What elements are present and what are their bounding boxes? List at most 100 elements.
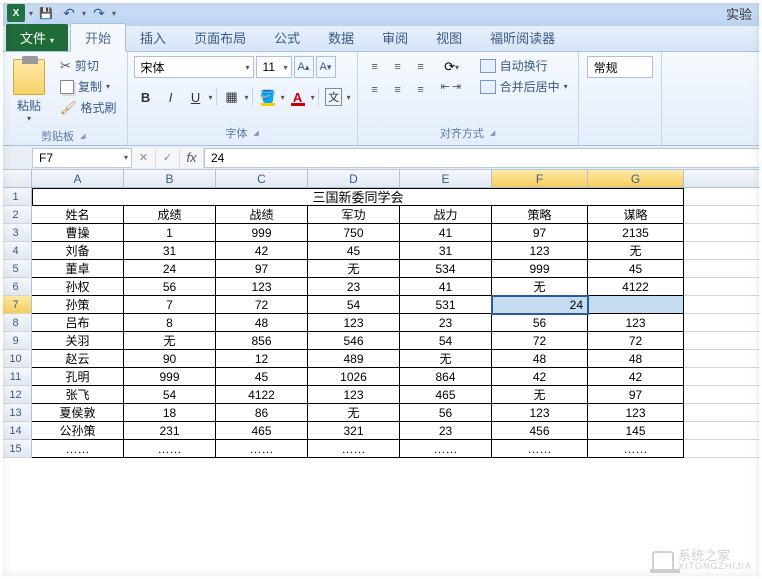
align-top-button[interactable]: ≡ <box>364 56 386 78</box>
cell-header[interactable]: 战绩 <box>216 206 308 224</box>
cell[interactable]: 41 <box>400 278 492 296</box>
cell[interactable]: 54 <box>308 296 400 314</box>
cell-header[interactable]: 战力 <box>400 206 492 224</box>
cell[interactable]: …… <box>32 440 124 458</box>
row-header-11[interactable]: 11 <box>0 368 32 385</box>
cell[interactable]: 31 <box>124 242 216 260</box>
cell[interactable]: 42 <box>492 368 588 386</box>
increase-font-button[interactable]: A▴ <box>294 56 314 78</box>
cell[interactable]: 97 <box>588 386 684 404</box>
col-header-F[interactable]: F <box>492 170 588 187</box>
row-header-6[interactable]: 6 <box>0 278 32 295</box>
cell[interactable]: …… <box>216 440 308 458</box>
cell[interactable]: …… <box>308 440 400 458</box>
cell[interactable]: 张飞 <box>32 386 124 404</box>
formula-input[interactable]: 24 <box>204 148 762 168</box>
cell[interactable]: 231 <box>124 422 216 440</box>
cell[interactable]: 无 <box>308 404 400 422</box>
borders-button[interactable]: ▦ <box>220 86 244 108</box>
paste-dropdown-icon[interactable]: ▾ <box>27 114 31 123</box>
col-header-B[interactable]: B <box>124 170 216 187</box>
cell[interactable]: 97 <box>216 260 308 278</box>
col-header-A[interactable]: A <box>32 170 124 187</box>
phonetic-button[interactable]: 文 <box>322 86 346 108</box>
cell[interactable]: 4122 <box>216 386 308 404</box>
cell[interactable]: 123 <box>492 242 588 260</box>
italic-button[interactable]: I <box>159 86 183 108</box>
cell[interactable]: 456 <box>492 422 588 440</box>
cell-header[interactable]: 策略 <box>492 206 588 224</box>
cell[interactable]: 吕布 <box>32 314 124 332</box>
cell[interactable]: 夏侯敦 <box>32 404 124 422</box>
cell[interactable]: 31 <box>400 242 492 260</box>
cell[interactable]: 无 <box>492 386 588 404</box>
cell[interactable]: 42 <box>216 242 308 260</box>
row-header-10[interactable]: 10 <box>0 350 32 367</box>
cell[interactable]: 123 <box>308 314 400 332</box>
cut-button[interactable]: ✂剪切 <box>56 56 121 75</box>
col-header-D[interactable]: D <box>308 170 400 187</box>
cell[interactable]: 23 <box>400 314 492 332</box>
cell-header[interactable]: 谋略 <box>588 206 684 224</box>
enter-formula-button[interactable]: ✓ <box>156 148 180 168</box>
cell[interactable] <box>588 296 684 314</box>
cell[interactable]: 孔明 <box>32 368 124 386</box>
cell[interactable]: 23 <box>308 278 400 296</box>
decrease-font-button[interactable]: A▾ <box>316 56 336 78</box>
cell[interactable]: 18 <box>124 404 216 422</box>
cell[interactable]: 145 <box>588 422 684 440</box>
align-bottom-button[interactable]: ≡ <box>410 56 432 78</box>
cell[interactable]: 12 <box>216 350 308 368</box>
align-middle-button[interactable]: ≡ <box>387 56 409 78</box>
tab-view[interactable]: 视图 <box>422 24 476 51</box>
font-color-button[interactable]: A <box>286 86 310 108</box>
cell[interactable]: 23 <box>400 422 492 440</box>
cell[interactable]: …… <box>124 440 216 458</box>
cell[interactable]: 72 <box>492 332 588 350</box>
excel-app-icon[interactable]: X <box>6 3 26 23</box>
paste-button[interactable]: 粘贴 ▾ <box>6 56 52 126</box>
app-menu-dropdown[interactable]: ▾ <box>29 9 33 18</box>
cell[interactable]: 24 <box>124 260 216 278</box>
row-header-4[interactable]: 4 <box>0 242 32 259</box>
tab-formulas[interactable]: 公式 <box>260 24 314 51</box>
cell[interactable]: 123 <box>216 278 308 296</box>
cell[interactable]: 856 <box>216 332 308 350</box>
cell[interactable]: 41 <box>400 224 492 242</box>
cell-header[interactable]: 姓名 <box>32 206 124 224</box>
col-header-G[interactable]: G <box>588 170 684 187</box>
cell[interactable]: 42 <box>588 368 684 386</box>
cell[interactable]: 45 <box>308 242 400 260</box>
orientation-button[interactable]: ⟳▾ <box>440 56 464 78</box>
cell[interactable]: 48 <box>492 350 588 368</box>
cell[interactable]: 86 <box>216 404 308 422</box>
cell[interactable]: 465 <box>216 422 308 440</box>
cell[interactable]: 90 <box>124 350 216 368</box>
cell[interactable]: …… <box>492 440 588 458</box>
cell[interactable]: 8 <box>124 314 216 332</box>
cell[interactable]: 公孙策 <box>32 422 124 440</box>
tab-file[interactable]: 文件 <box>6 24 68 51</box>
font-name-select[interactable]: 宋体▾ <box>134 56 254 78</box>
tab-review[interactable]: 审阅 <box>368 24 422 51</box>
tab-foxit[interactable]: 福昕阅读器 <box>476 24 569 51</box>
cell[interactable]: 董卓 <box>32 260 124 278</box>
col-header-E[interactable]: E <box>400 170 492 187</box>
row-header-15[interactable]: 15 <box>0 440 32 457</box>
undo-dropdown[interactable]: ▾ <box>82 9 86 18</box>
undo-icon[interactable]: ↶ <box>59 3 79 23</box>
qat-customize-dropdown[interactable]: ▾ <box>112 9 116 18</box>
row-header-3[interactable]: 3 <box>0 224 32 241</box>
row-header-2[interactable]: 2 <box>0 206 32 223</box>
tab-home[interactable]: 开始 <box>70 23 126 52</box>
cell[interactable]: 无 <box>400 350 492 368</box>
row-header-8[interactable]: 8 <box>0 314 32 331</box>
cell[interactable]: 2135 <box>588 224 684 242</box>
cell[interactable]: 无 <box>492 278 588 296</box>
cell[interactable]: 465 <box>400 386 492 404</box>
cell[interactable]: 54 <box>400 332 492 350</box>
bold-button[interactable]: B <box>134 86 158 108</box>
cell[interactable]: 546 <box>308 332 400 350</box>
cell[interactable]: …… <box>588 440 684 458</box>
cell[interactable]: 54 <box>124 386 216 404</box>
